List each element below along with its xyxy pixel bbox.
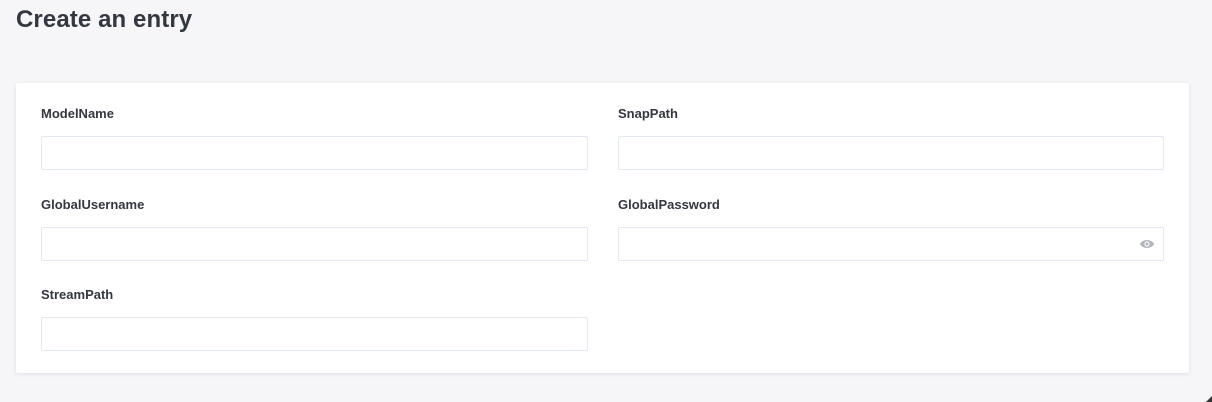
- global-password-field: GlobalPassword: [618, 197, 1164, 261]
- eye-icon[interactable]: [1139, 237, 1155, 251]
- model-name-field: ModelName: [41, 106, 588, 170]
- snap-path-label: SnapPath: [618, 106, 678, 121]
- stream-path-input[interactable]: [41, 317, 588, 351]
- snap-path-field: SnapPath: [618, 106, 1164, 170]
- entry-form-card: ModelName SnapPath GlobalUsername Global…: [16, 83, 1189, 373]
- window-resize-corner: [1206, 396, 1212, 402]
- global-password-input-wrapper: [618, 227, 1164, 261]
- snap-path-input[interactable]: [618, 136, 1164, 170]
- page-title: Create an entry: [16, 6, 193, 33]
- stream-path-field: StreamPath: [41, 287, 588, 351]
- global-password-label: GlobalPassword: [618, 197, 720, 212]
- snap-path-input-wrapper: [618, 136, 1164, 170]
- global-username-label: GlobalUsername: [41, 197, 145, 212]
- model-name-label: ModelName: [41, 106, 114, 121]
- model-name-input-wrapper: [41, 136, 588, 170]
- stream-path-input-wrapper: [41, 317, 588, 351]
- global-password-input[interactable]: [618, 227, 1164, 261]
- global-username-input[interactable]: [41, 227, 588, 261]
- global-username-input-wrapper: [41, 227, 588, 261]
- model-name-input[interactable]: [41, 136, 588, 170]
- stream-path-label: StreamPath: [41, 287, 114, 302]
- global-username-field: GlobalUsername: [41, 197, 588, 261]
